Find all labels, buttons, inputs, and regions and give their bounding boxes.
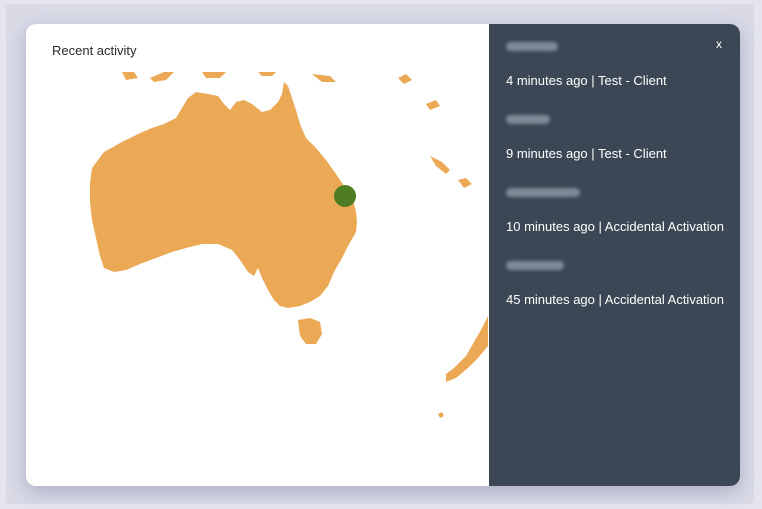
northern-island-3 — [202, 72, 226, 78]
recent-activity-card: Recent activity x 4 minutes ago | Test -… — [26, 24, 740, 486]
activity-description: 9 minutes ago | Test - Client — [506, 146, 667, 161]
pacific-island-2 — [458, 178, 472, 188]
northern-island-7 — [426, 100, 440, 110]
card-title: Recent activity — [52, 43, 137, 58]
pacific-island-3 — [438, 412, 444, 418]
activity-list: 4 minutes ago | Test - Client 9 minutes … — [506, 42, 726, 334]
activity-item[interactable]: 4 minutes ago | Test - Client — [506, 42, 726, 91]
redacted-user-name — [506, 188, 580, 197]
northern-island-1 — [122, 72, 138, 80]
activity-item[interactable]: 45 minutes ago | Accidental Activation — [506, 261, 726, 310]
tasmania-landmass — [298, 318, 322, 344]
activity-item[interactable]: 9 minutes ago | Test - Client — [506, 115, 726, 164]
activity-map[interactable] — [26, 72, 488, 486]
northern-island-5 — [312, 74, 336, 82]
new-zealand-landmass — [446, 316, 488, 382]
pacific-island-1 — [430, 156, 450, 174]
activity-panel: x 4 minutes ago | Test - Client 9 minute… — [489, 24, 740, 486]
australia-landmass — [90, 82, 357, 308]
activity-description: 45 minutes ago | Accidental Activation — [506, 292, 725, 307]
northern-island-2 — [150, 72, 174, 82]
activity-item[interactable]: 10 minutes ago | Accidental Activation — [506, 188, 726, 237]
activity-description: 4 minutes ago | Test - Client — [506, 73, 667, 88]
activity-marker[interactable] — [334, 185, 356, 207]
redacted-user-name — [506, 261, 564, 270]
redacted-user-name — [506, 42, 558, 51]
redacted-user-name — [506, 115, 550, 124]
northern-island-4 — [258, 72, 276, 76]
northern-island-6 — [398, 74, 412, 84]
activity-description: 10 minutes ago | Accidental Activation — [506, 219, 725, 234]
